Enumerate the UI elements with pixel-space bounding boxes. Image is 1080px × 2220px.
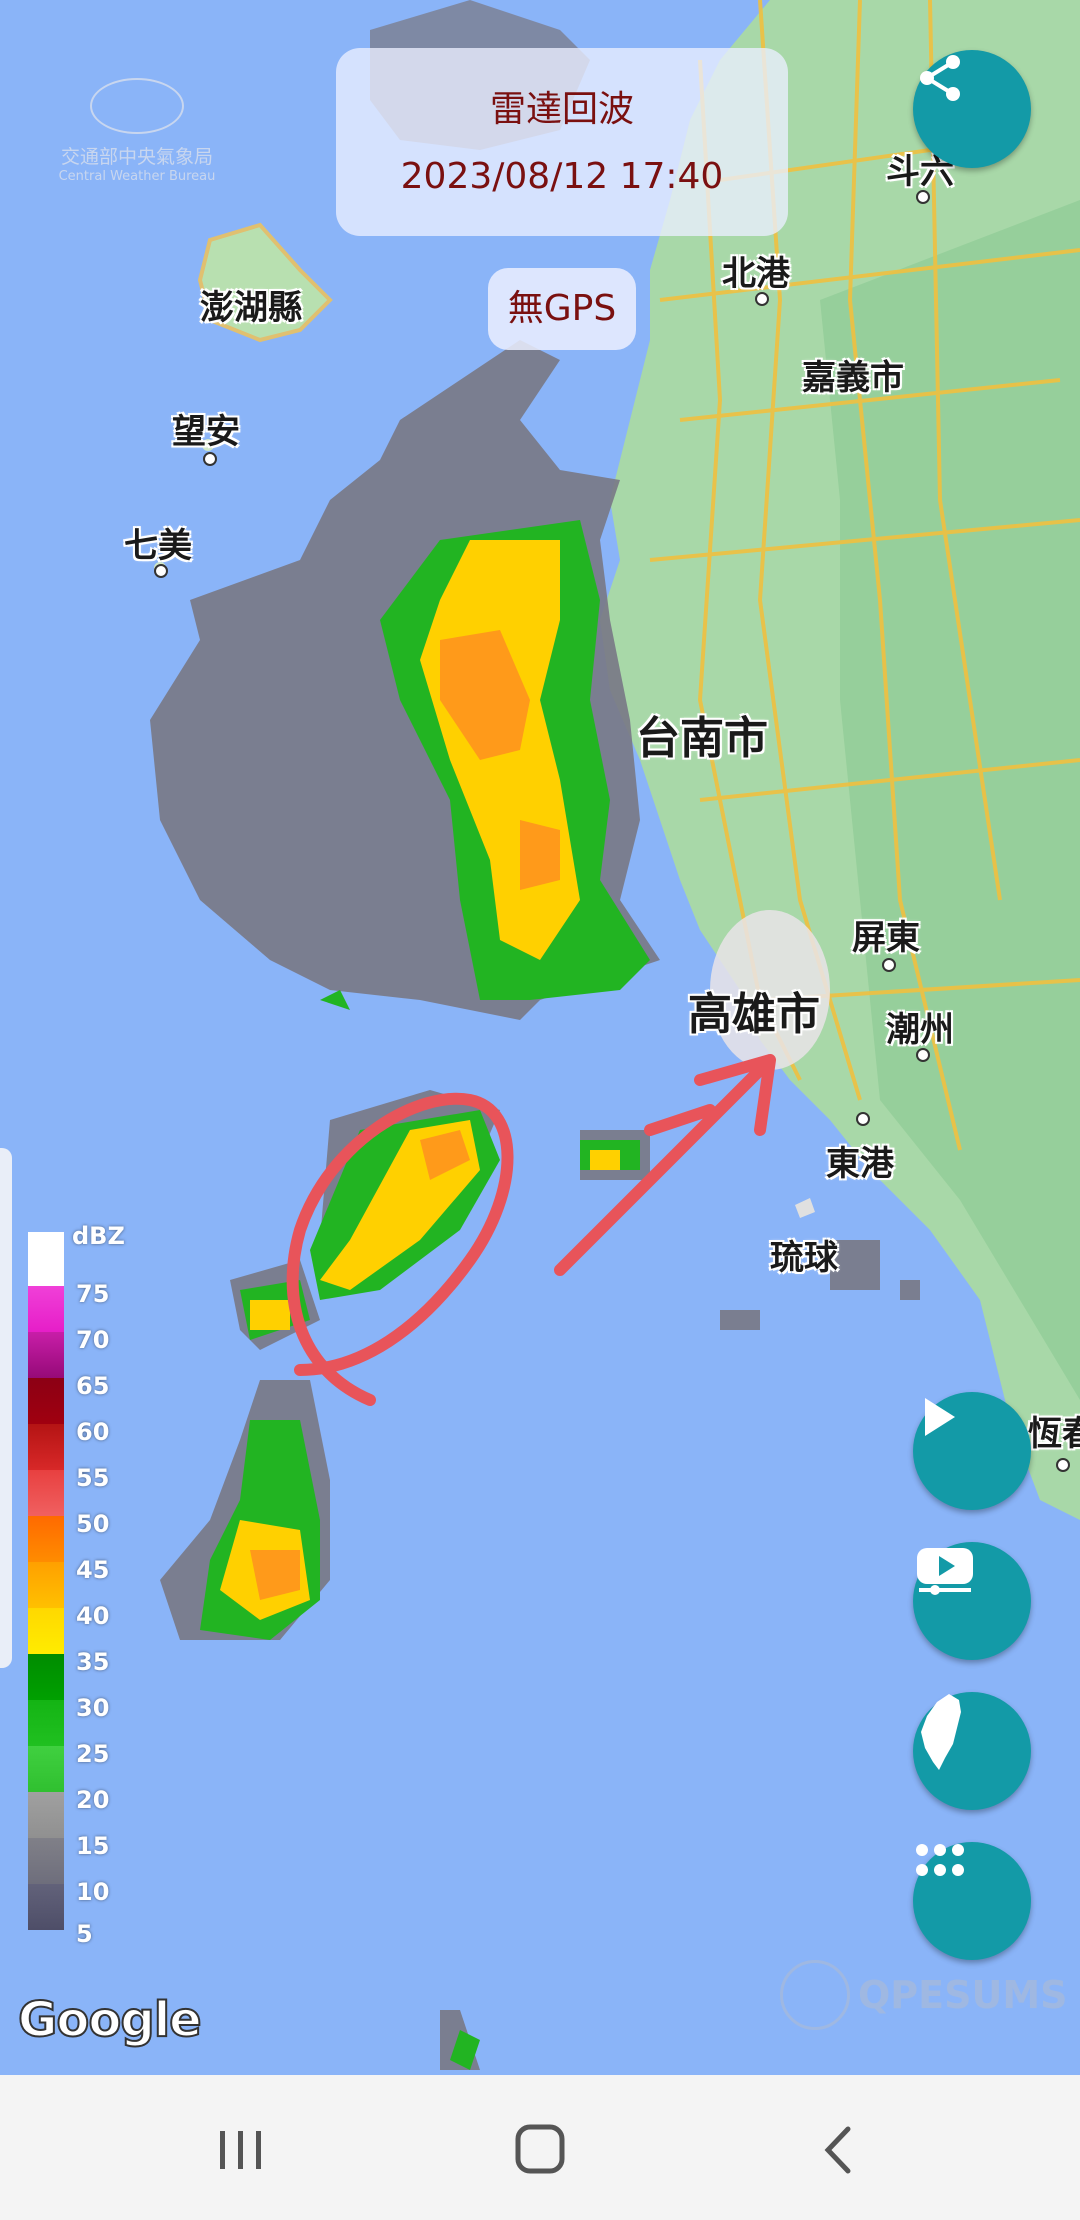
radar-datetime: 2023/08/12 17:40 (400, 156, 724, 197)
label-qimei: 七美 (124, 526, 192, 566)
legend-tick: 75 (76, 1280, 110, 1308)
system-nav-bar (0, 2075, 1080, 2220)
map-dot-wangan (203, 452, 217, 466)
label-donggang: 東港 (826, 1144, 894, 1184)
legend-tick: 65 (76, 1372, 110, 1400)
video-button[interactable] (913, 1542, 1031, 1660)
label-wangan: 望安 (172, 412, 240, 452)
legend-tick: 10 (76, 1878, 110, 1906)
label-beigang: 北港 (722, 254, 790, 294)
google-logo: Google (17, 1991, 203, 2049)
recent-apps-button[interactable] (210, 2123, 270, 2177)
legend-tick: 15 (76, 1832, 110, 1860)
legend-tick: 60 (76, 1418, 110, 1446)
play-button[interactable] (913, 1392, 1031, 1510)
back-icon (824, 2126, 851, 2174)
label-tainan: 台南市 (636, 713, 768, 764)
cwb-name-zh: 交通部中央氣象局 (60, 146, 213, 168)
map-dot-douliu (916, 190, 930, 204)
legend-tick: 70 (76, 1326, 110, 1354)
home-button[interactable] (510, 2123, 570, 2177)
map-dot-donggang (856, 1112, 870, 1126)
cwb-emblem-icon (90, 78, 184, 134)
legend-tick: 35 (76, 1648, 110, 1676)
map-dot-qimei (154, 564, 168, 578)
legend-tick: 20 (76, 1786, 110, 1814)
dbz-legend: dBZ 75 70 65 60 55 50 45 40 35 30 25 20 … (26, 1222, 136, 1952)
map-dot-pingtung (882, 958, 896, 972)
legend-tick: 40 (76, 1602, 110, 1630)
label-hengchun: 恆春 (1028, 1414, 1080, 1454)
side-drawer-handle[interactable] (0, 1148, 12, 1668)
legend-tick: 5 (76, 1920, 93, 1948)
map-dot-beigang (755, 292, 769, 306)
gps-status-badge[interactable]: 無GPS (488, 268, 636, 350)
label-pingtung: 屏東 (852, 918, 920, 958)
share-button[interactable] (913, 50, 1031, 168)
legend-tick: 30 (76, 1694, 110, 1722)
label-chaozhou: 潮州 (886, 1010, 954, 1050)
home-icon (515, 2124, 565, 2174)
radar-title: 雷達回波 (489, 89, 634, 130)
share-icon (920, 55, 960, 101)
radar-info-box: 雷達回波 2023/08/12 17:40 (336, 48, 788, 236)
map-dot-hengchun (1056, 1458, 1070, 1472)
label-kaohsiung: 高雄市 (688, 989, 820, 1040)
qpesums-cloud-icon (780, 1960, 850, 2030)
taiwan-map-icon (921, 1694, 961, 1770)
legend-tick: 55 (76, 1464, 110, 1492)
qpesums-text: QPESUMS (858, 1973, 1068, 2017)
legend-colorbar (28, 1232, 64, 1942)
menu-button[interactable] (913, 1842, 1031, 1960)
back-button[interactable] (810, 2123, 870, 2177)
legend-tick: 45 (76, 1556, 110, 1584)
grid-menu-icon (916, 1844, 964, 1876)
taiwan-map-button[interactable] (913, 1692, 1031, 1810)
label-liuqiu: 琉球 (770, 1238, 838, 1278)
cwb-name-en: Central Weather Bureau (58, 169, 216, 184)
qpesums-logo: QPESUMS (780, 1960, 1068, 2030)
label-penghu: 澎湖縣 (200, 288, 302, 328)
play-icon (925, 1398, 955, 1436)
label-chiayi: 嘉義市 (802, 358, 904, 398)
legend-unit: dBZ (72, 1222, 125, 1250)
legend-tick: 25 (76, 1740, 110, 1768)
map-dot-chaozhou (916, 1048, 930, 1062)
cwb-logo: 交通部中央氣象局 Central Weather Bureau (42, 78, 232, 184)
recent-apps-icon (220, 2131, 261, 2169)
legend-tick: 50 (76, 1510, 110, 1538)
radar-map[interactable]: 澎湖縣 望安 七美 斗六 北港 嘉義市 台南市 高雄市 屏東 潮州 東港 琉球 … (0, 0, 1080, 2075)
youtube-icon (917, 1548, 973, 1595)
